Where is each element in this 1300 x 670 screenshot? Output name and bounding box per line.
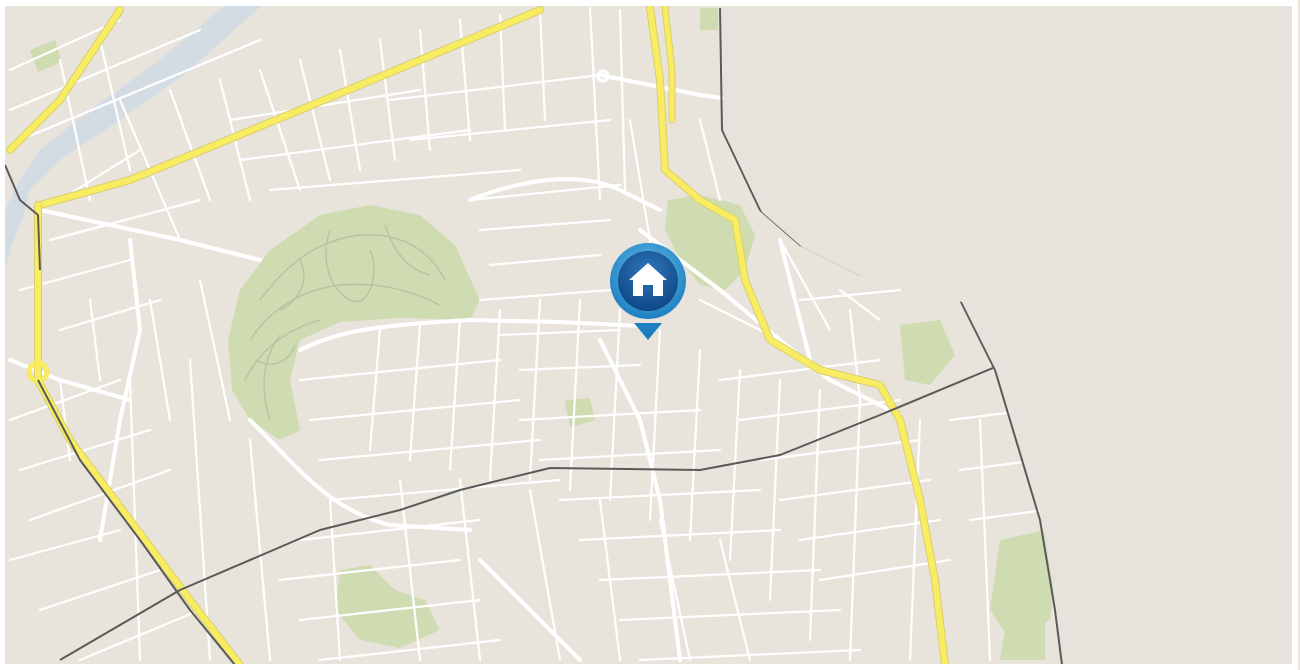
home-location-marker[interactable]	[609, 243, 689, 343]
park-north-strip	[700, 8, 718, 30]
marker-pointer	[634, 323, 662, 340]
map-viewport[interactable]	[0, 0, 1300, 670]
